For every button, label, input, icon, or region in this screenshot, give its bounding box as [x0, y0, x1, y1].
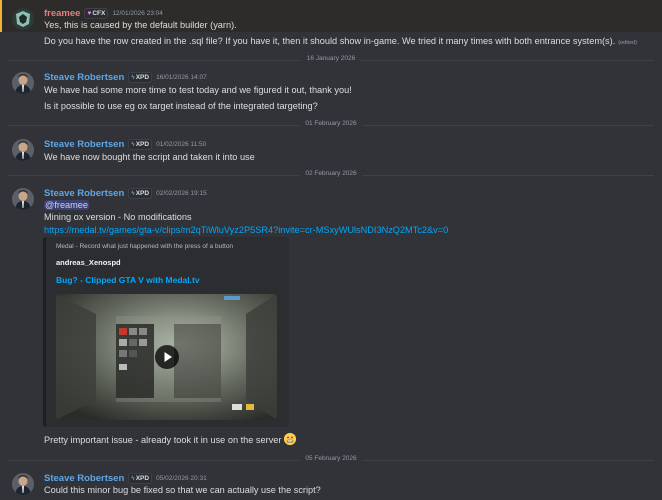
- server-tag[interactable]: ϟ XPD: [128, 188, 153, 199]
- avatar[interactable]: [12, 139, 34, 161]
- message-text: Pretty important issue - already took it…: [44, 435, 282, 445]
- server-tag-label: XPD: [135, 190, 150, 197]
- message-freamee[interactable]: freamee ♥ CFX 12/01/2026 23:04 Yes, this…: [0, 0, 662, 48]
- date-divider-label: 05 February 2026: [299, 455, 363, 462]
- avatar[interactable]: [12, 8, 34, 30]
- avatar-image: [12, 188, 34, 210]
- server-tag[interactable]: ϟ XPD: [128, 473, 153, 484]
- medal-link[interactable]: https://medal.tv/games/gta-v/clips/m2qTi…: [44, 225, 448, 235]
- embed-title[interactable]: Bug? - Clipped GTA V with Medal.tv: [56, 275, 200, 285]
- embed-provider[interactable]: Medal - Record what just happened with t…: [56, 243, 233, 250]
- server-tag-label: XPD: [135, 74, 150, 81]
- heart-icon: ♥: [87, 10, 92, 17]
- mention-line: @freamee: [44, 200, 90, 210]
- avatar-image: [12, 139, 34, 161]
- message-text: Do you have the row created in the .sql …: [44, 36, 616, 46]
- date-divider-label: 16 January 2026: [300, 55, 362, 62]
- message-steave[interactable]: Steave Robertsen ϟ XPD 05/02/2026 20:31 …: [0, 471, 662, 500]
- message-steave[interactable]: Steave Robertsen ϟ XPD 01/02/2026 11:50 …: [0, 137, 662, 165]
- server-tag[interactable]: ϟ XPD: [128, 139, 153, 150]
- avatar[interactable]: [12, 72, 34, 94]
- message-text-line: Do you have the row created in the .sql …: [44, 36, 637, 46]
- emoji-face-icon: [284, 433, 297, 445]
- timestamp[interactable]: 12/01/2026 23:04: [112, 10, 163, 17]
- date-divider-label: 01 February 2026: [299, 120, 363, 127]
- date-divider: 01 February 2026: [8, 120, 654, 127]
- avatar-image: [12, 473, 34, 495]
- timestamp[interactable]: 01/02/2026 11:50: [156, 141, 206, 148]
- server-tag[interactable]: ϟ XPD: [128, 72, 153, 83]
- server-tag-label: CFX: [92, 10, 106, 17]
- play-button[interactable]: [154, 345, 179, 369]
- lightning-icon: ϟ: [131, 190, 135, 197]
- lightning-icon: ϟ: [131, 141, 135, 148]
- embed-author[interactable]: andreas_Xenospd: [56, 258, 121, 267]
- message-text: Mining ox version - No modifications: [44, 212, 192, 222]
- message-text: Is it possible to use eg ox target inste…: [44, 101, 318, 111]
- username[interactable]: freamee: [44, 8, 80, 19]
- timestamp[interactable]: 16/01/2026 14:07: [156, 74, 207, 81]
- video-thumbnail[interactable]: [56, 294, 277, 420]
- play-icon: [164, 352, 172, 362]
- username[interactable]: Steave Robertsen: [44, 139, 124, 150]
- lightning-icon: ϟ: [131, 475, 135, 482]
- lightning-icon: ϟ: [131, 74, 135, 81]
- user-mention[interactable]: @freamee: [44, 200, 90, 210]
- message-steave[interactable]: Steave Robertsen ϟ XPD 16/01/2026 14:07 …: [0, 70, 662, 116]
- server-tag-label: XPD: [135, 475, 150, 482]
- date-divider: 02 February 2026: [8, 170, 654, 177]
- avatar[interactable]: [12, 188, 34, 210]
- username[interactable]: Steave Robertsen: [44, 473, 124, 484]
- username[interactable]: Steave Robertsen: [44, 188, 124, 199]
- date-divider: 16 January 2026: [8, 55, 654, 62]
- message-text: Yes, this is caused by the default build…: [44, 20, 237, 30]
- message-text: Could this minor bug be fixed so that we…: [44, 485, 321, 495]
- server-tag[interactable]: ♥ CFX: [84, 8, 109, 19]
- timestamp[interactable]: 02/02/2026 19:15: [156, 190, 207, 197]
- avatar[interactable]: [12, 473, 34, 495]
- message-text: We have had some more time to test today…: [44, 85, 352, 95]
- avatar-image: [12, 72, 34, 94]
- message-text-line: Pretty important issue - already took it…: [44, 433, 297, 445]
- username[interactable]: Steave Robertsen: [44, 72, 124, 83]
- avatar-image: [12, 8, 34, 30]
- server-tag-label: XPD: [135, 141, 150, 148]
- date-divider-label: 02 February 2026: [299, 170, 363, 177]
- edited-label: (edited): [618, 40, 637, 46]
- grimace-emoji[interactable]: [284, 433, 297, 445]
- link-embed: Medal - Record what just happened with t…: [43, 237, 289, 427]
- message-text: We have now bought the script and taken …: [44, 152, 255, 162]
- date-divider: 05 February 2026: [8, 455, 654, 462]
- timestamp[interactable]: 05/02/2026 20:31: [156, 475, 207, 482]
